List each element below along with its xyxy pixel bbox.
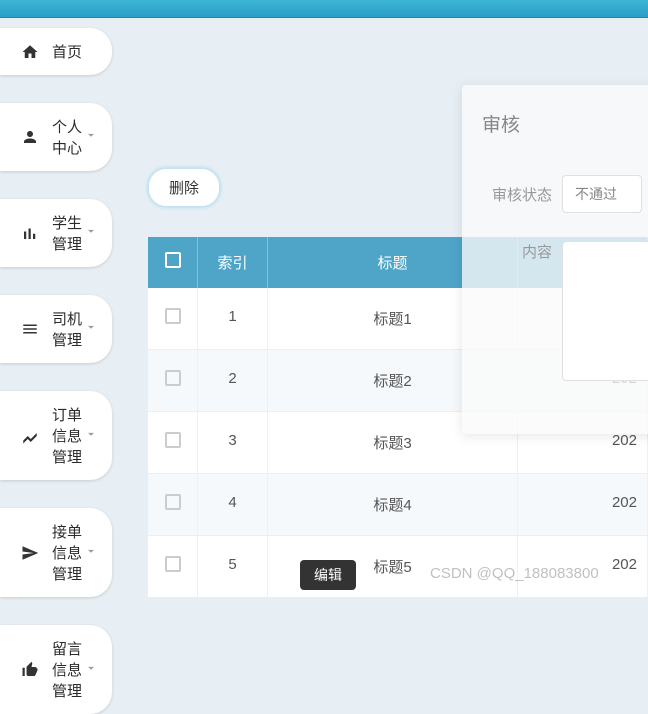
review-modal: 审核 审核状态 不通过 内容 <box>462 85 648 434</box>
cell-index: 3 <box>198 412 268 473</box>
sidebar-item-messages[interactable]: 留言信息管理 <box>0 625 112 714</box>
row-checkbox[interactable] <box>165 370 181 386</box>
sidebar: 首页 个人中心 学生管理 司机管理 订单信息管理 接单信息管理 <box>0 18 118 593</box>
cell-index: 1 <box>198 288 268 349</box>
cell-title: 标题4 <box>268 474 518 535</box>
thumb-icon <box>20 660 40 680</box>
sidebar-item-accept-orders[interactable]: 接单信息管理 <box>0 508 112 597</box>
chevron-down-icon <box>84 661 98 679</box>
sidebar-item-label: 个人中心 <box>52 116 84 158</box>
header-checkbox-cell <box>148 237 198 288</box>
chevron-down-icon <box>84 427 98 445</box>
delete-button[interactable]: 删除 <box>148 168 220 207</box>
row-checkbox[interactable] <box>165 432 181 448</box>
send-icon <box>20 543 40 563</box>
row-checkbox[interactable] <box>165 494 181 510</box>
sidebar-item-label: 接单信息管理 <box>52 521 84 584</box>
sidebar-item-label: 学生管理 <box>52 212 84 254</box>
modal-title: 审核 <box>482 110 648 137</box>
bar-icon <box>20 223 40 243</box>
status-select[interactable]: 不通过 <box>562 175 642 213</box>
cell-date: 202 <box>518 474 648 535</box>
home-icon <box>20 42 40 62</box>
sidebar-item-home[interactable]: 首页 <box>0 28 112 75</box>
menu-icon <box>20 319 40 339</box>
sidebar-item-orders[interactable]: 订单信息管理 <box>0 391 112 480</box>
chevron-down-icon <box>84 544 98 562</box>
content-label: 内容 <box>482 241 552 262</box>
row-checkbox[interactable] <box>165 556 181 572</box>
cell-index: 4 <box>198 474 268 535</box>
sidebar-item-label: 留言信息管理 <box>52 638 84 701</box>
sidebar-item-students[interactable]: 学生管理 <box>0 199 112 267</box>
sidebar-item-profile[interactable]: 个人中心 <box>0 103 112 171</box>
sidebar-item-label: 司机管理 <box>52 308 84 350</box>
sidebar-item-drivers[interactable]: 司机管理 <box>0 295 112 363</box>
chevron-down-icon <box>84 320 98 338</box>
chart-icon <box>20 426 40 446</box>
person-icon <box>20 127 40 147</box>
chevron-down-icon <box>84 128 98 146</box>
header-index: 索引 <box>198 237 268 288</box>
row-checkbox[interactable] <box>165 308 181 324</box>
status-label: 审核状态 <box>482 184 552 205</box>
content-textarea[interactable] <box>562 241 648 381</box>
top-bar <box>0 0 648 18</box>
edit-tooltip: 编辑 <box>300 560 356 590</box>
sidebar-item-label: 首页 <box>52 41 98 62</box>
table-row[interactable]: 4 标题4 202 <box>148 474 648 536</box>
chevron-down-icon <box>84 224 98 242</box>
watermark: CSDN @QQ_188083800 <box>430 565 599 582</box>
cell-index: 2 <box>198 350 268 411</box>
select-all-checkbox[interactable] <box>165 252 181 268</box>
sidebar-item-label: 订单信息管理 <box>52 404 84 467</box>
cell-index: 5 <box>198 536 268 597</box>
